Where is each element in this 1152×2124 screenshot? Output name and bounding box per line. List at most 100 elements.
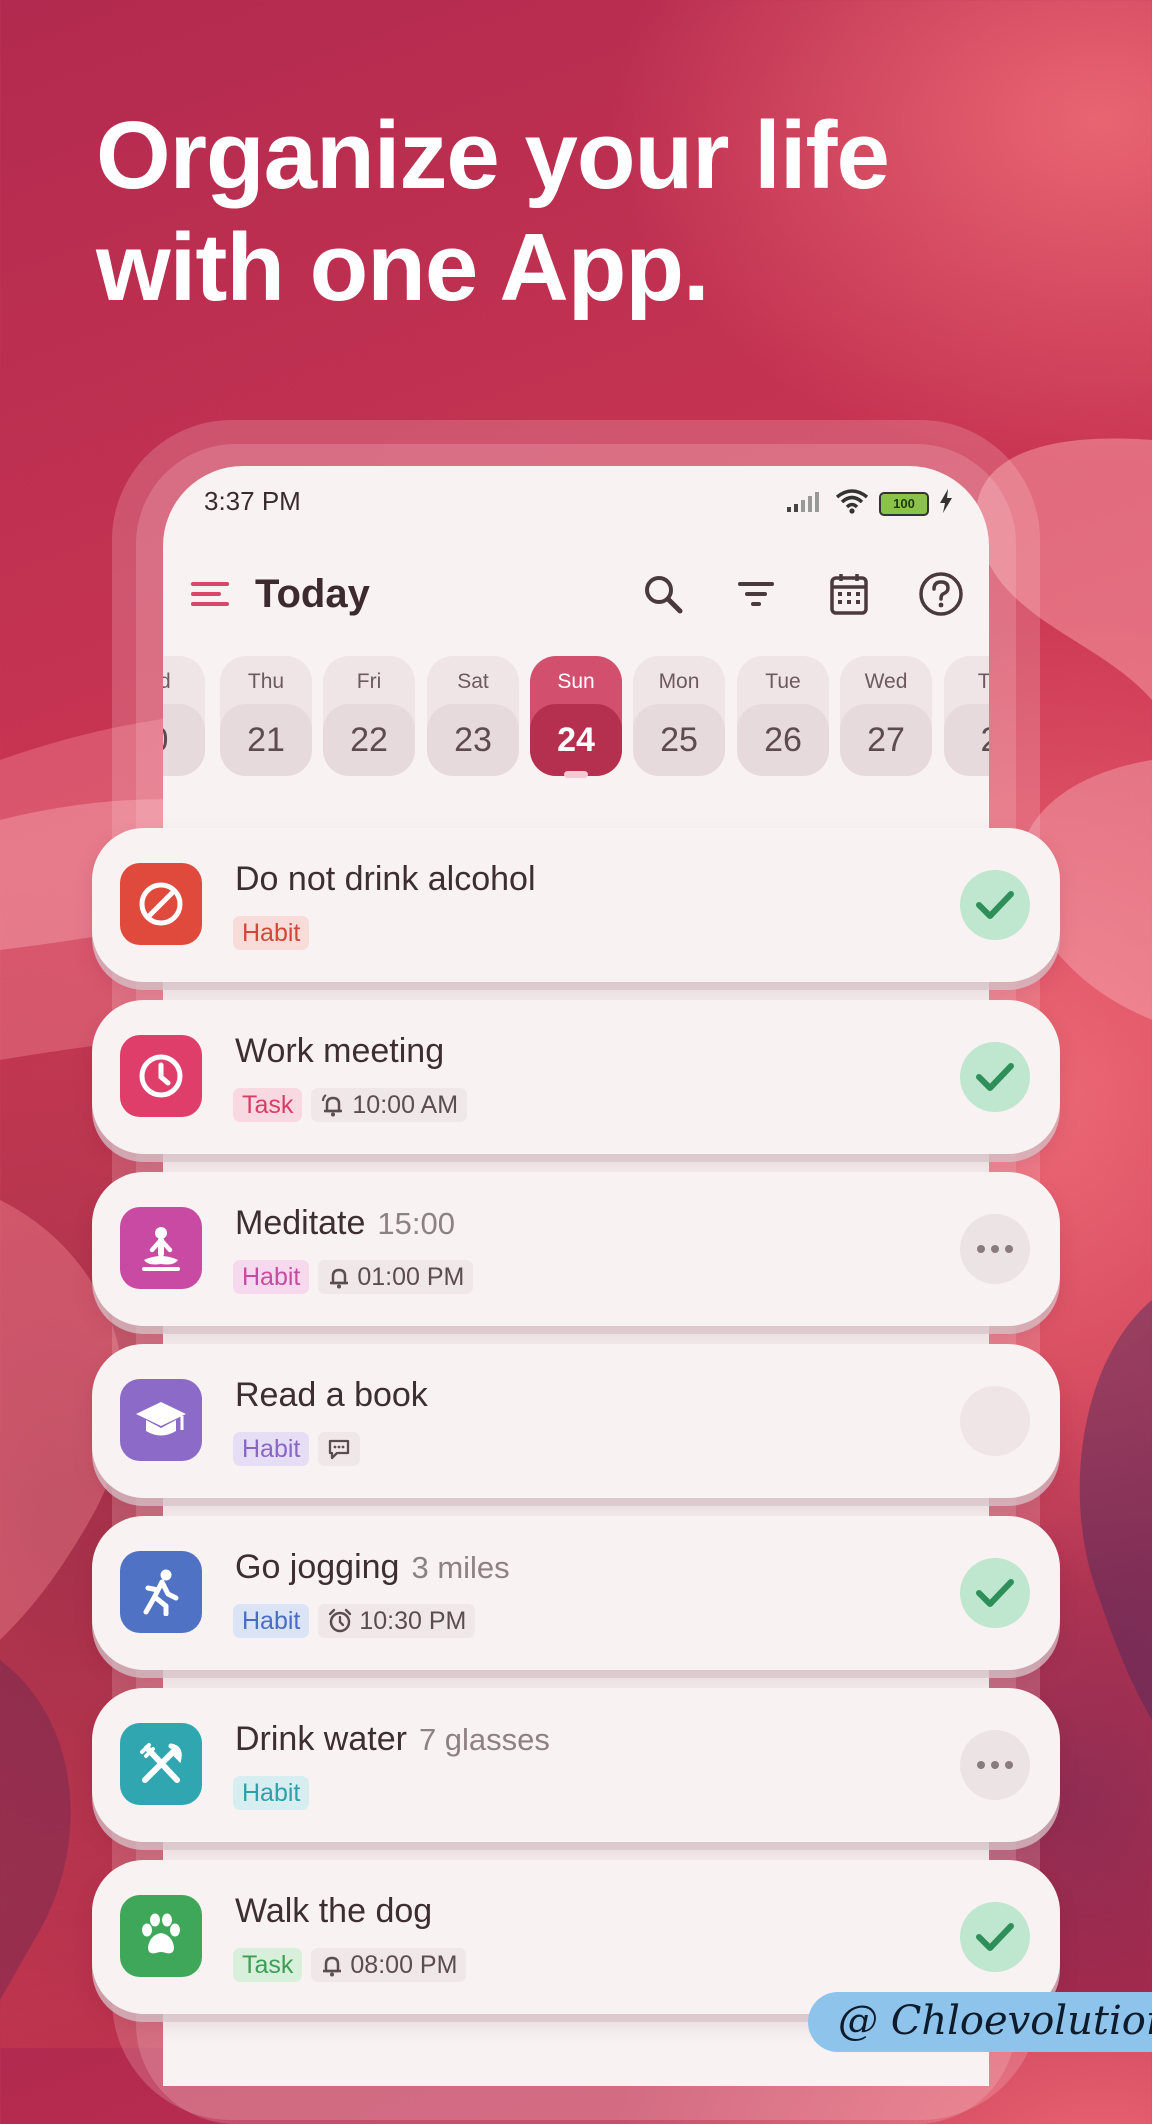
item-tags: Habit	[233, 916, 310, 950]
item-title: Walk the dog	[235, 1892, 432, 1931]
list-item[interactable]: Read a book Habit	[92, 1344, 1060, 1498]
complete-button[interactable]	[960, 1558, 1030, 1628]
item-icon-tile	[120, 863, 202, 945]
more-options-button[interactable]	[960, 1730, 1030, 1800]
running-icon	[143, 1569, 179, 1616]
filter-icon	[738, 582, 774, 606]
bell-icon	[330, 1268, 349, 1289]
alarm-time: 10:30 PM	[359, 1607, 467, 1635]
utensils-icon	[140, 1743, 182, 1783]
day-name: Tue	[765, 670, 801, 693]
filter-button[interactable]	[730, 568, 782, 620]
item-goal: 15:00	[377, 1206, 455, 1241]
bell-ring-icon	[322, 1094, 343, 1117]
check-icon	[976, 1923, 1014, 1951]
list-item[interactable]: Do not drink alcohol Habit	[92, 828, 1060, 982]
item-title-text: Meditate	[235, 1204, 366, 1242]
calendar-button[interactable]	[823, 568, 875, 620]
item-title: Drink water 7 glasses	[235, 1720, 550, 1759]
day-number: 2	[944, 704, 989, 776]
menu-button[interactable]	[189, 574, 233, 614]
check-icon	[976, 1063, 1014, 1091]
item-type-tag: Task	[233, 1088, 303, 1122]
item-title-text: Do not drink alcohol	[235, 860, 536, 898]
list-item[interactable]: Drink water 7 glasses Habit	[92, 1688, 1060, 1842]
item-goal: 3 miles	[411, 1550, 510, 1585]
more-options-button[interactable]	[960, 1214, 1030, 1284]
day-name: Sat	[457, 670, 489, 693]
calendar-icon	[830, 574, 868, 615]
item-type-tag: Habit	[233, 1260, 310, 1294]
day-name: ed	[163, 670, 171, 693]
item-type-tag: Habit	[233, 916, 310, 950]
list-item[interactable]: Go jogging 3 miles Habit 10:30 PM	[92, 1516, 1060, 1670]
day-cell-tue-26[interactable]: Tue 26	[737, 656, 829, 776]
item-tags: Habit	[233, 1776, 310, 1810]
clock-icon	[139, 1054, 183, 1098]
item-type-tag: Task	[233, 1948, 303, 1982]
meditation-icon	[142, 1227, 180, 1271]
day-cell-wed-27[interactable]: Wed 27	[840, 656, 932, 776]
item-icon-tile	[120, 1723, 202, 1805]
reminder-chip: 10:00 AM	[311, 1088, 468, 1122]
day-cell-mon-25[interactable]: Mon 25	[633, 656, 725, 776]
item-title: Do not drink alcohol	[235, 860, 536, 899]
day-number: 26	[737, 704, 829, 776]
note-chip	[318, 1432, 361, 1466]
day-number: 24	[530, 704, 622, 776]
selected-day-marker	[564, 771, 588, 778]
day-number: 22	[323, 704, 415, 776]
charging-icon	[939, 489, 953, 518]
graduation-cap-icon	[136, 1402, 186, 1436]
page-title: Today	[255, 572, 370, 616]
help-icon	[919, 572, 963, 616]
reminder-chip: 08:00 PM	[311, 1948, 467, 1982]
day-cell-thu-28[interactable]: Th 2	[944, 656, 989, 776]
item-icon-tile	[120, 1895, 202, 1977]
day-cell-sun-24-selected[interactable]: Sun 24	[530, 656, 622, 778]
item-title: Read a book	[235, 1376, 428, 1415]
day-number: 21	[220, 704, 312, 776]
day-name: Thu	[247, 670, 285, 693]
item-tags: Habit 01:00 PM	[233, 1260, 474, 1294]
day-number: 0	[163, 704, 205, 776]
help-button[interactable]	[915, 568, 967, 620]
day-cell-sat-23[interactable]: Sat 23	[427, 656, 519, 776]
status-time: 3:37 PM	[204, 486, 301, 516]
day-cell-wed-20[interactable]: ed 0	[163, 656, 205, 776]
reminder-time: 08:00 PM	[350, 1951, 458, 1979]
day-name: Th	[977, 670, 989, 693]
complete-button[interactable]	[960, 870, 1030, 940]
item-title: Meditate 15:00	[235, 1204, 455, 1243]
item-icon-tile	[120, 1035, 202, 1117]
item-title: Work meeting	[235, 1032, 444, 1071]
complete-button[interactable]	[960, 1386, 1030, 1456]
complete-button[interactable]	[960, 1902, 1030, 1972]
day-cell-fri-22[interactable]: Fri 22	[323, 656, 415, 776]
search-icon	[645, 576, 683, 614]
comment-icon	[329, 1439, 350, 1460]
reminder-time: 10:00 AM	[352, 1091, 459, 1119]
day-number: 27	[840, 704, 932, 776]
wifi-icon	[835, 488, 869, 519]
search-button[interactable]	[637, 568, 689, 620]
item-icon-tile	[120, 1379, 202, 1461]
ban-icon	[139, 882, 183, 926]
reminder-time: 01:00 PM	[357, 1263, 465, 1291]
list-item[interactable]: Work meeting Task 10:00 AM	[92, 1000, 1060, 1154]
check-icon	[976, 891, 1014, 919]
paw-icon	[142, 1913, 180, 1954]
headline-line-2: with one App.	[96, 214, 710, 321]
item-tags: Habit	[233, 1432, 361, 1466]
day-number: 25	[633, 704, 725, 776]
battery-icon: 100	[879, 491, 929, 516]
item-icon-tile	[120, 1207, 202, 1289]
day-cell-thu-21[interactable]: Thu 21	[220, 656, 312, 776]
more-dots-icon	[977, 1761, 1013, 1769]
item-title-text: Drink water	[235, 1720, 407, 1758]
list-item[interactable]: Walk the dog Task 08:00 PM	[92, 1860, 1060, 2014]
status-icons: 100	[785, 488, 953, 519]
list-item[interactable]: Meditate 15:00 Habit 01:00 PM	[92, 1172, 1060, 1326]
complete-button[interactable]	[960, 1042, 1030, 1112]
menu-icon	[191, 582, 229, 606]
